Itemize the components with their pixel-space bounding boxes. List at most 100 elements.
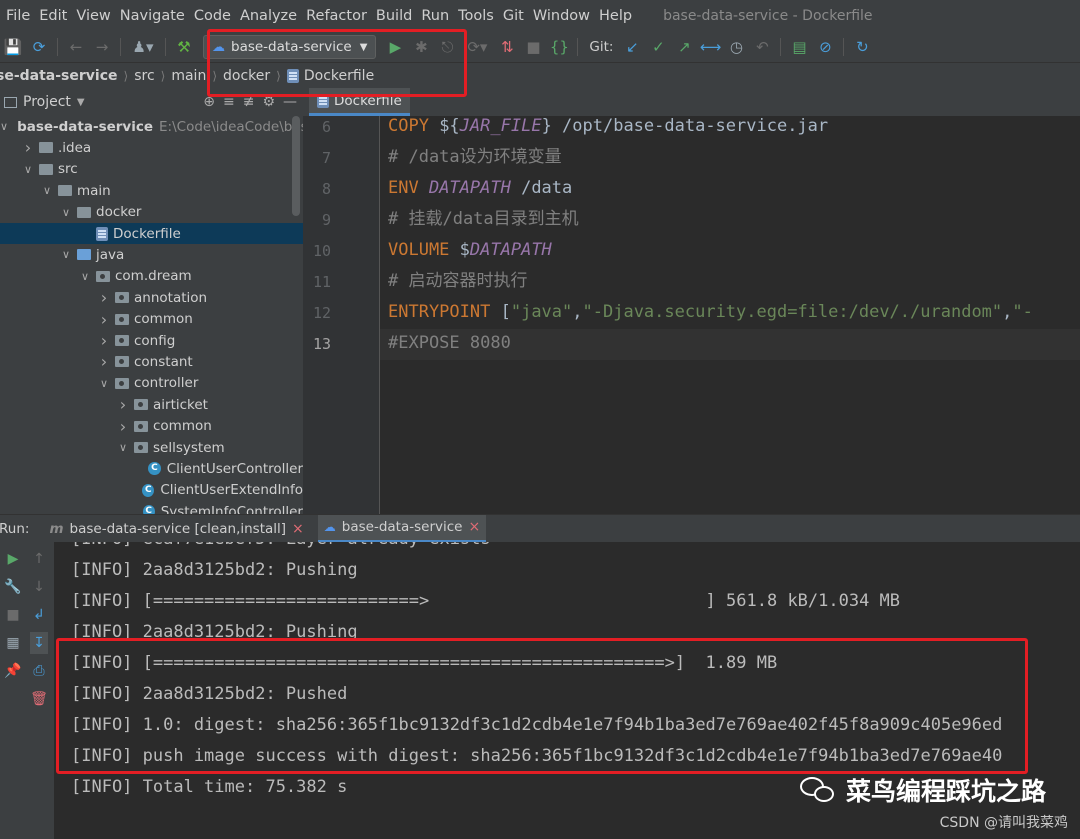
tree-item[interactable]: › common xyxy=(0,309,303,330)
tree-item[interactable]: C ClientUserController xyxy=(0,458,303,479)
down-arrow-icon[interactable]: ↓ xyxy=(30,576,48,598)
print-icon[interactable]: ⎙ xyxy=(30,660,48,682)
run-configuration-select[interactable]: ☁ base-data-service ▼ xyxy=(203,35,377,59)
tree-item[interactable]: Dockerfile xyxy=(0,223,303,244)
breadcrumb-project[interactable]: se-data-service xyxy=(0,68,118,84)
chart-icon[interactable]: ▤ xyxy=(788,36,810,58)
chevron-right-icon[interactable]: › xyxy=(97,288,111,307)
menu-item-build[interactable]: Build xyxy=(376,8,412,24)
collapse-all-icon[interactable]: ≡ xyxy=(223,94,235,110)
code-editor[interactable]: COPY ${JAR_FILE} /opt/base-data-service.… xyxy=(380,116,1080,514)
tree-item[interactable]: › constant xyxy=(0,351,303,372)
git-commit-icon[interactable]: ✓ xyxy=(647,36,669,58)
up-arrow-icon[interactable]: ↑ xyxy=(30,548,48,570)
chevron-down-icon[interactable]: ∨ xyxy=(59,248,73,261)
menu-item-refactor[interactable]: Refactor xyxy=(306,8,367,24)
save-all-icon[interactable]: 💾 xyxy=(2,36,24,58)
expand-all-icon[interactable]: ≢ xyxy=(243,94,255,110)
user-icon[interactable]: ♟▾ xyxy=(128,36,158,58)
tree-item[interactable]: C ClientUserExtendInfo xyxy=(0,480,303,501)
history-icon[interactable]: ◷ xyxy=(725,36,747,58)
tree-item[interactable]: ∨ controller xyxy=(0,373,303,394)
chevron-right-icon[interactable]: › xyxy=(97,352,111,371)
build-status-icon[interactable]: ⇅ xyxy=(496,36,518,58)
close-icon[interactable]: × xyxy=(468,519,480,535)
debug-icon[interactable]: ✱ xyxy=(410,36,432,58)
wrench-icon[interactable]: 🔧 xyxy=(4,576,22,598)
tree-item[interactable]: ∨ src xyxy=(0,159,303,180)
locate-icon[interactable]: ⊕ xyxy=(203,94,215,110)
stop-icon[interactable]: ■ xyxy=(4,604,22,626)
tree-item[interactable]: › airticket xyxy=(0,394,303,415)
chevron-down-icon[interactable]: ∨ xyxy=(21,163,35,176)
close-icon[interactable]: × xyxy=(292,521,304,537)
stop-icon[interactable]: ■ xyxy=(522,36,544,58)
translate-icon[interactable]: ↻ xyxy=(851,36,873,58)
run-tab-base-data-service[interactable]: ☁ base-data-service × xyxy=(317,514,487,543)
chevron-right-icon[interactable]: › xyxy=(97,310,111,329)
chevron-right-icon[interactable]: › xyxy=(97,331,111,350)
menu-item-code[interactable]: Code xyxy=(194,8,231,24)
menu-item-git[interactable]: Git xyxy=(503,8,524,24)
braces-icon[interactable]: {} xyxy=(548,36,570,58)
project-panel-title[interactable]: Project xyxy=(23,94,71,110)
tree-item[interactable]: › common xyxy=(0,416,303,437)
pin-icon[interactable]: 📌 xyxy=(4,660,22,682)
tree-item[interactable]: ∨ java xyxy=(0,244,303,265)
tree-item[interactable]: › config xyxy=(0,330,303,351)
menu-item-help[interactable]: Help xyxy=(599,8,632,24)
tree-item[interactable]: ∨ main xyxy=(0,180,303,201)
chevron-down-icon[interactable]: ∨ xyxy=(0,120,8,133)
breadcrumb-main[interactable]: main xyxy=(171,68,206,84)
gear-icon[interactable]: ⚙ xyxy=(262,94,275,110)
build-hammer-icon[interactable]: ⚒ xyxy=(173,36,195,58)
minimize-icon[interactable]: — xyxy=(283,94,297,110)
git-push-icon[interactable]: ↗ xyxy=(673,36,695,58)
back-arrow-icon[interactable]: ← xyxy=(65,36,87,58)
menu-item-edit[interactable]: Edit xyxy=(39,8,67,24)
chevron-down-icon[interactable]: ▼ xyxy=(77,97,85,108)
chevron-down-icon[interactable]: ∨ xyxy=(59,206,73,219)
rollback-icon[interactable]: ↶ xyxy=(751,36,773,58)
menu-item-analyze[interactable]: Analyze xyxy=(240,8,297,24)
run-icon[interactable]: ▶ xyxy=(384,36,406,58)
run-tab-clean-install[interactable]: m base-data-service [clean,install] × xyxy=(43,515,309,543)
tree-item[interactable]: ∨ com.dream xyxy=(0,266,303,287)
coverage-icon[interactable]: ⎋ xyxy=(436,36,458,58)
menu-item-window[interactable]: Window xyxy=(533,8,590,24)
tree-item[interactable]: › annotation xyxy=(0,287,303,308)
soft-wrap-icon[interactable]: ↲ xyxy=(30,604,48,626)
tree-item[interactable]: ∨ base-data-service E:\Code\ideaCode\base xyxy=(0,116,303,137)
menu-item-view[interactable]: View xyxy=(76,8,110,24)
chevron-down-icon[interactable]: ∨ xyxy=(78,270,92,283)
sync-icon[interactable]: ⟳ xyxy=(28,36,50,58)
cancel-icon[interactable]: ⊘ xyxy=(814,36,836,58)
menu-item-file[interactable]: File xyxy=(6,8,30,24)
breadcrumb-src[interactable]: src xyxy=(134,68,154,84)
profile-icon[interactable]: ⟳▾ xyxy=(462,36,492,58)
tree-scrollbar[interactable] xyxy=(292,116,300,216)
chevron-right-icon[interactable]: › xyxy=(116,395,130,414)
tab-dockerfile[interactable]: Dockerfile xyxy=(309,88,410,116)
tree-item[interactable]: › .idea xyxy=(0,137,303,158)
git-merge-icon[interactable]: ⟷ xyxy=(699,36,722,58)
chevron-down-icon[interactable]: ∨ xyxy=(97,377,111,390)
tree-item[interactable]: ∨ sellsystem xyxy=(0,437,303,458)
tree-item[interactable]: ∨ docker xyxy=(0,202,303,223)
breadcrumb-docker[interactable]: docker xyxy=(223,68,270,84)
chevron-right-icon[interactable]: › xyxy=(116,417,130,436)
forward-arrow-icon[interactable]: → xyxy=(91,36,113,58)
menu-item-tools[interactable]: Tools xyxy=(458,8,494,24)
breadcrumb-dockerfile[interactable]: Dockerfile xyxy=(286,68,374,84)
chevron-down-icon[interactable]: ∨ xyxy=(116,441,130,454)
menu-item-run[interactable]: Run xyxy=(421,8,449,24)
tree-item[interactable]: C SystemInfoController xyxy=(0,501,303,514)
layout-icon[interactable]: ▦ xyxy=(4,632,22,654)
menu-item-navigate[interactable]: Navigate xyxy=(120,8,185,24)
trash-icon[interactable]: 🗑 xyxy=(30,688,48,710)
git-update-icon[interactable]: ↙ xyxy=(621,36,643,58)
scroll-to-end-icon[interactable]: ↧ xyxy=(30,632,48,654)
chevron-down-icon[interactable]: ∨ xyxy=(40,184,54,197)
chevron-right-icon[interactable]: › xyxy=(21,138,35,157)
rerun-icon[interactable]: ▶ xyxy=(4,548,22,570)
